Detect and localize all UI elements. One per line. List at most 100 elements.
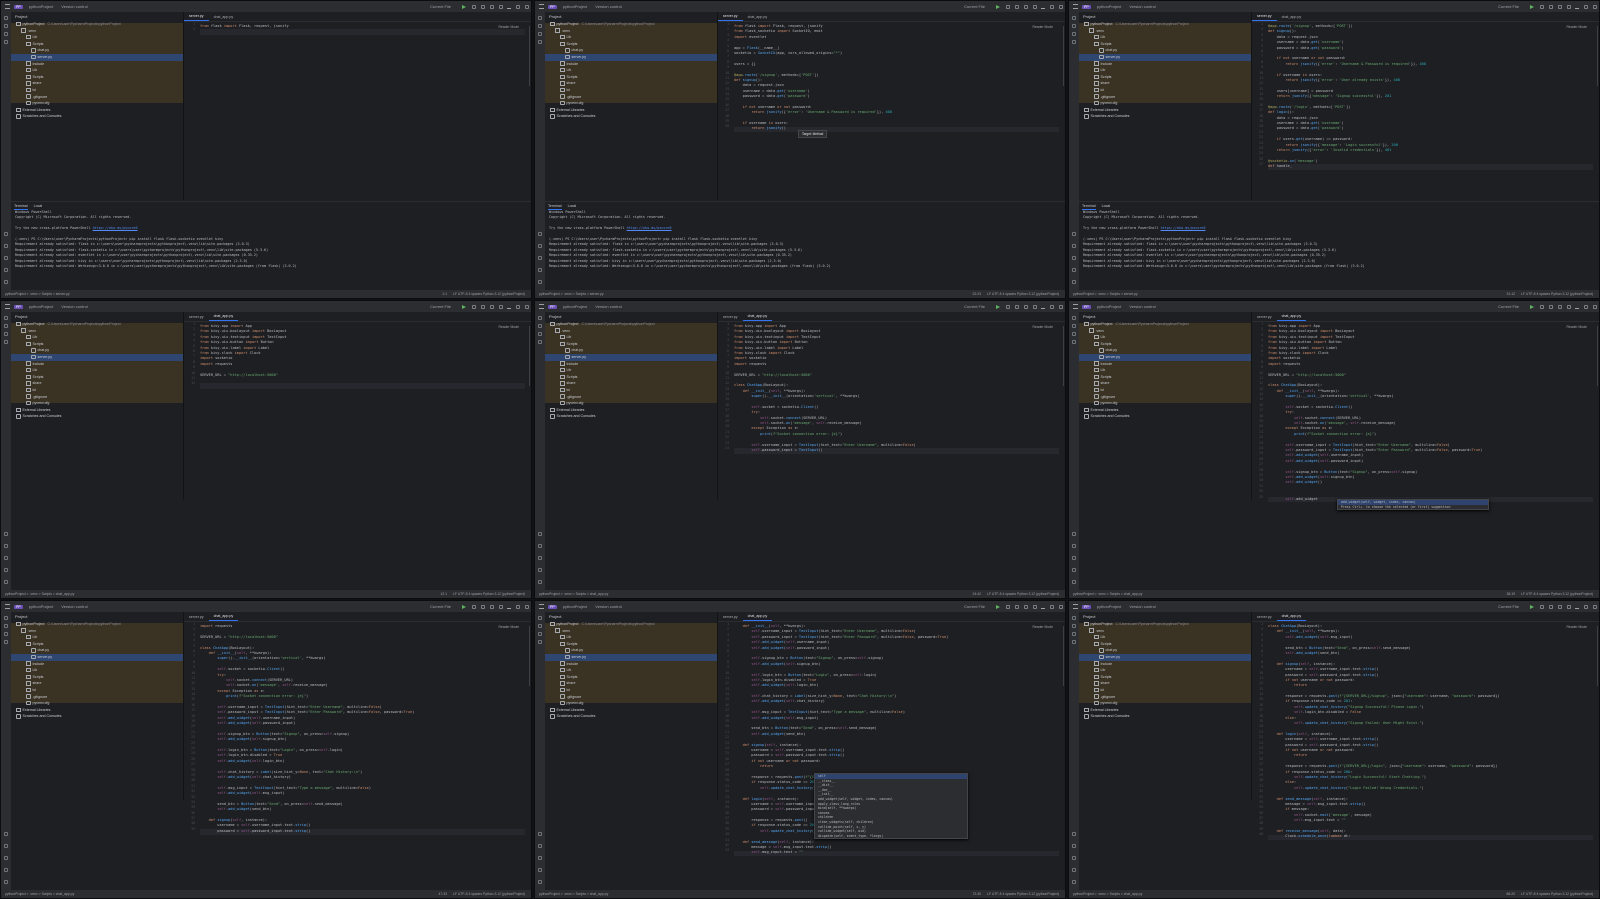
tree-item[interactable]: Lib [545, 67, 717, 74]
tree-item[interactable]: server.py [11, 353, 183, 361]
project-pane-title[interactable]: Project [1079, 12, 1251, 21]
terminal-icon[interactable] [538, 556, 542, 560]
terminal-tab[interactable]: Terminal [548, 202, 562, 210]
tree-item[interactable]: .venv [1079, 28, 1251, 35]
vcs-widget[interactable]: Version control [61, 604, 87, 609]
tree-item[interactable]: pyvenv.cfg [545, 700, 717, 707]
project-name[interactable]: pythonProject [1097, 4, 1121, 9]
pscore-link[interactable]: https://aka.ms/pscore6 [627, 226, 672, 230]
problems-icon[interactable] [4, 268, 8, 272]
tree-item[interactable]: Lib [545, 334, 717, 341]
tree-item[interactable]: Scripts [11, 641, 183, 648]
hamburger-menu-icon[interactable] [539, 304, 544, 309]
tree-item[interactable]: Scripts [11, 41, 183, 48]
python-console-icon[interactable] [538, 844, 542, 848]
breadcrumb[interactable]: pythonProject > .venv > Scripts > server… [1073, 290, 1138, 298]
tree-item[interactable]: share [1079, 380, 1251, 387]
structure-icon[interactable] [538, 32, 542, 36]
git-icon[interactable] [1072, 280, 1076, 284]
project-tool-icon[interactable] [4, 616, 8, 620]
breadcrumb[interactable]: pythonProject > .venv > Scripts > chat_a… [539, 590, 608, 598]
settings-icon[interactable] [1032, 4, 1037, 9]
tree-item[interactable]: Lib [1079, 334, 1251, 341]
hamburger-menu-icon[interactable] [5, 304, 10, 309]
minimize-icon[interactable] [507, 305, 511, 309]
project-tool-icon[interactable] [538, 316, 542, 320]
run-tool-icon[interactable] [4, 232, 8, 236]
maximize-icon[interactable] [1049, 604, 1054, 609]
more-icon[interactable] [480, 4, 485, 9]
breadcrumb[interactable]: pythonProject > .venv > Scripts > chat_a… [5, 590, 74, 598]
tree-item[interactable]: chat.py [545, 347, 717, 354]
minimize-icon[interactable] [1041, 305, 1045, 309]
tree-item[interactable]: tcl [11, 687, 183, 694]
editor-tab[interactable]: server.py [184, 313, 209, 321]
run-tool-icon[interactable] [1072, 532, 1076, 536]
tree-item[interactable]: .venv [545, 628, 717, 635]
project-name[interactable]: pythonProject [563, 4, 587, 9]
breadcrumb[interactable]: pythonProject > .venv > Scripts > chat_a… [1073, 590, 1142, 598]
pscore-link[interactable]: https://aka.ms/pscore6 [1161, 226, 1206, 230]
tree-item[interactable]: Include [545, 361, 717, 368]
tree-item[interactable]: Lib [545, 367, 717, 374]
settings-icon[interactable] [498, 304, 503, 309]
tree-item[interactable]: Lib [11, 34, 183, 41]
completion-item[interactable]: dispatch(self, event_type, *largs) [815, 834, 967, 839]
run-icon[interactable] [1530, 304, 1534, 309]
minimize-icon[interactable] [1041, 5, 1045, 9]
editor-tab[interactable]: chat_app.py [1276, 612, 1307, 621]
editor-tab[interactable]: server.py [718, 613, 743, 621]
close-icon[interactable] [524, 604, 529, 609]
tree-item[interactable]: pythonProject C:\Users\user\PycharmProjec… [545, 321, 717, 328]
python-console-icon[interactable] [4, 244, 8, 248]
run-tool-icon[interactable] [4, 832, 8, 836]
tree-item[interactable]: tcl [545, 87, 717, 94]
vcs-widget[interactable]: Version control [1129, 604, 1155, 609]
code-area[interactable]: class ChatApp(BoxLayout): def __init__(s… [1268, 624, 1593, 884]
project-tool-icon[interactable] [538, 16, 542, 20]
project-pane-title[interactable]: Project [545, 612, 717, 621]
structure-icon[interactable] [538, 632, 542, 636]
project-tool-icon[interactable] [4, 16, 8, 20]
editor-tab[interactable]: chat_app.py [209, 13, 239, 21]
hamburger-menu-icon[interactable] [5, 4, 10, 9]
tree-item[interactable]: External Libraries [545, 707, 717, 714]
status-info[interactable]: LF UTF-8 4 spaces Python 3.12 (pythonPro… [987, 592, 1059, 596]
project-name[interactable]: pythonProject [563, 604, 587, 609]
run-tool-icon[interactable] [4, 532, 8, 536]
tree-item[interactable]: .gitignore [545, 94, 717, 101]
tree-item[interactable]: Lib [1079, 634, 1251, 641]
project-name[interactable]: pythonProject [563, 304, 587, 309]
tree-item[interactable]: chat.py [545, 47, 717, 54]
tree-item[interactable]: pyvenv.cfg [1079, 400, 1251, 407]
close-icon[interactable] [1058, 604, 1063, 609]
search-icon[interactable] [1557, 304, 1562, 309]
search-icon[interactable] [489, 304, 494, 309]
tree-item[interactable]: .venv [545, 328, 717, 335]
hamburger-menu-icon[interactable] [5, 604, 10, 609]
hamburger-menu-icon[interactable] [1073, 604, 1078, 609]
status-info[interactable]: LF UTF-8 4 spaces Python 3.12 (pythonPro… [1521, 292, 1593, 296]
tree-item[interactable]: Scratches and Consoles [1079, 113, 1251, 120]
project-tool-icon[interactable] [538, 616, 542, 620]
tree-item[interactable]: Include [1079, 61, 1251, 68]
tree-item[interactable]: pyvenv.cfg [11, 700, 183, 707]
tree-item[interactable]: Scratches and Consoles [1079, 413, 1251, 420]
terminal-icon[interactable] [4, 856, 8, 860]
search-icon[interactable] [1023, 304, 1028, 309]
python-console-icon[interactable] [1072, 844, 1076, 848]
tree-item[interactable]: .gitignore [545, 694, 717, 701]
settings-icon[interactable] [498, 604, 503, 609]
editor-scrollbar[interactable] [528, 626, 530, 686]
minimize-icon[interactable] [1575, 5, 1579, 9]
more-icon[interactable] [1548, 304, 1553, 309]
tree-item[interactable]: Scripts [11, 74, 183, 81]
problems-icon[interactable] [538, 268, 542, 272]
problems-icon[interactable] [1072, 568, 1076, 572]
structure-icon[interactable] [1072, 32, 1076, 36]
pscore-link[interactable]: https://aka.ms/pscore6 [93, 226, 138, 230]
caret-position[interactable]: 47:33 [439, 892, 448, 896]
more-icon[interactable] [1014, 4, 1019, 9]
problems-icon[interactable] [1072, 268, 1076, 272]
minimize-icon[interactable] [1041, 605, 1045, 609]
